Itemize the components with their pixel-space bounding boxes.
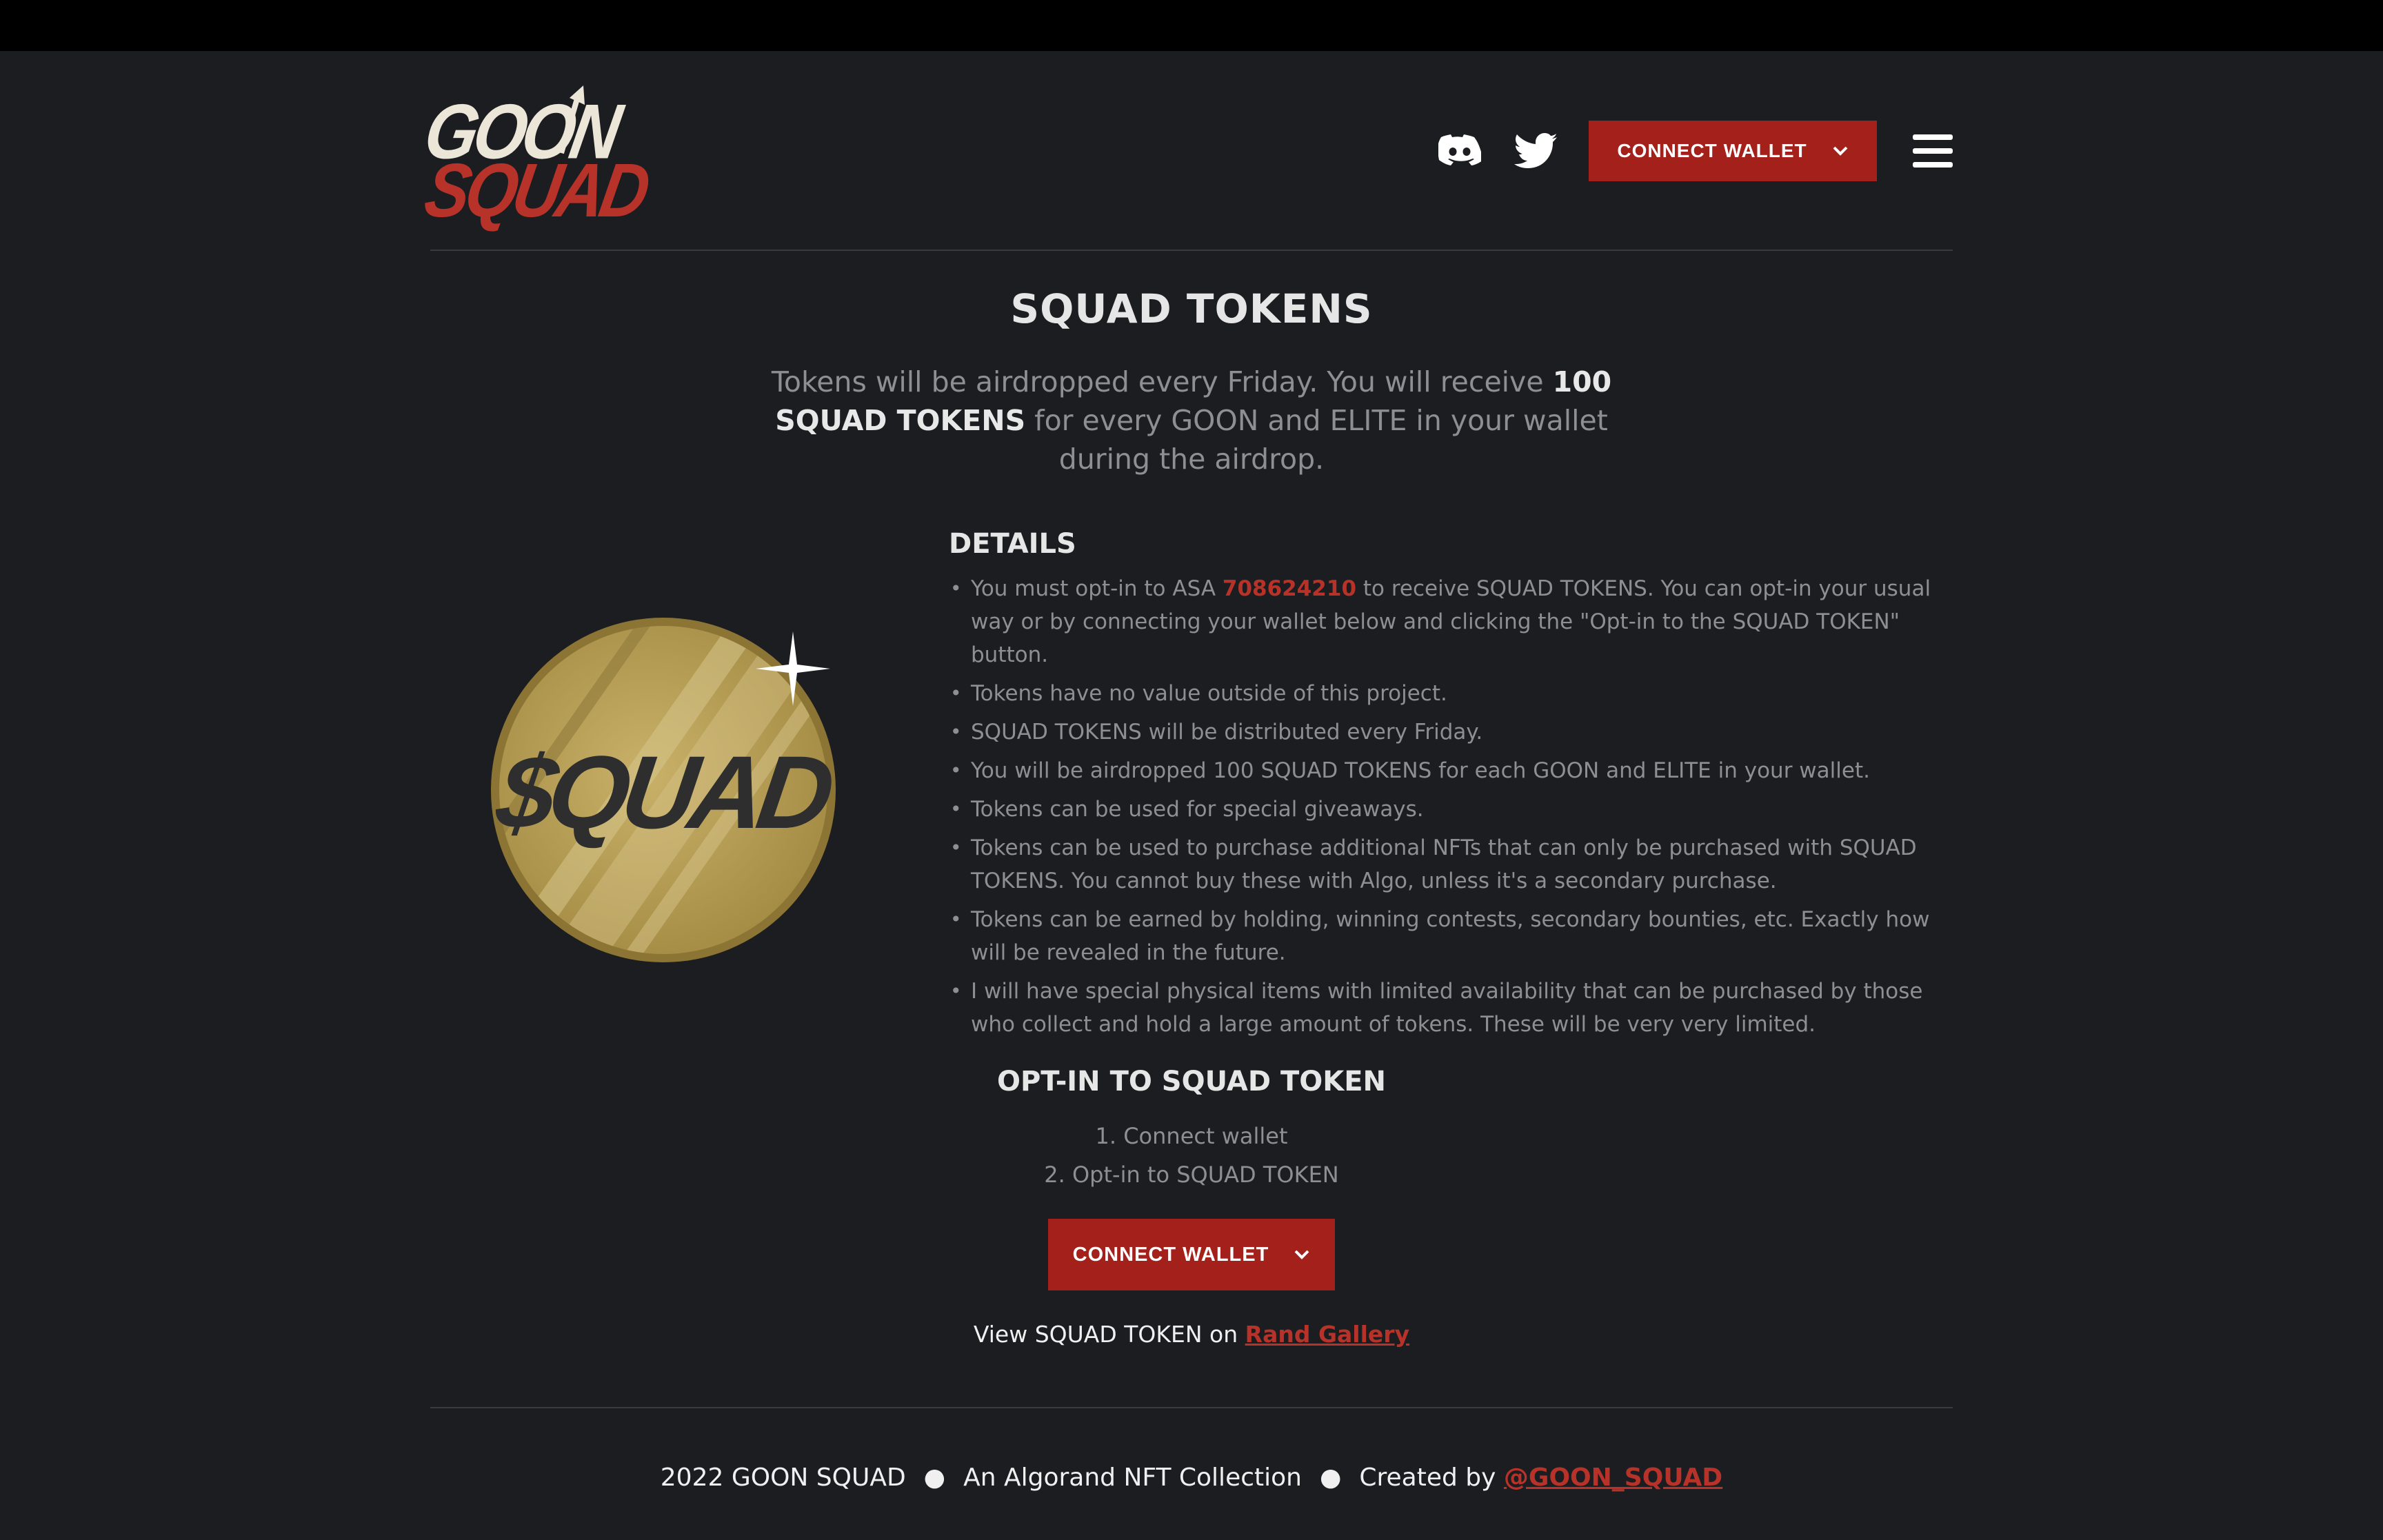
squad-token-coin-image: $QUAD — [491, 618, 838, 962]
header-divider — [430, 250, 1953, 251]
optin-steps: 1. Connect wallet 2. Opt-in to SQUAD TOK… — [430, 1117, 1953, 1194]
rand-gallery-link[interactable]: Rand Gallery — [1245, 1321, 1409, 1348]
optin-title: OPT-IN TO SQUAD TOKEN — [996, 1066, 1387, 1097]
chevron-down-icon — [1294, 1250, 1309, 1259]
chevron-down-icon — [1833, 146, 1848, 156]
goon-squad-logo[interactable]: GOON SQUAD — [419, 84, 652, 233]
asa-id-link[interactable]: 708624210 — [1223, 576, 1356, 601]
header-actions: CONNECT WALLET — [1437, 120, 1953, 182]
logo-squad-text: SQUAD — [419, 148, 652, 234]
logo-arrow-icon — [559, 85, 585, 154]
item-text: You must opt-in to ASA — [971, 576, 1223, 601]
browser-top-bar — [0, 0, 2383, 51]
details-item: Tokens can be used to purchase additiona… — [949, 831, 1955, 898]
optin-step-2: 2. Opt-in to SQUAD TOKEN — [1044, 1162, 1339, 1188]
details-body: DETAILS You must opt-in to ASA 708624210… — [949, 528, 1955, 1046]
footer-copyright: 2022 GOON SQUAD — [660, 1463, 906, 1492]
intro-part2: for every GOON and ELITE in your wallet … — [1025, 404, 1608, 476]
details-item: Tokens have no value outside of this pro… — [949, 677, 1955, 710]
menu-bar — [1913, 162, 1953, 168]
footer-twitter-handle-link[interactable]: @GOON_SQUAD — [1504, 1463, 1722, 1492]
details-item: You must opt-in to ASA 708624210 to rece… — [949, 572, 1955, 671]
footer-separator: ● — [923, 1463, 946, 1492]
menu-bar — [1913, 148, 1953, 154]
details-item: SQUAD TOKENS will be distributed every F… — [949, 716, 1955, 749]
page-title: SQUAD TOKENS — [1010, 285, 1373, 332]
optin-step-1: 1. Connect wallet — [1095, 1123, 1288, 1149]
details-item: Tokens can be used for special giveaways… — [949, 793, 1955, 826]
connect-wallet-label: CONNECT WALLET — [1072, 1243, 1269, 1266]
details-title: DETAILS — [949, 528, 1076, 560]
view-text: View SQUAD TOKEN on — [973, 1321, 1245, 1348]
coin-label: $QUAD — [491, 735, 838, 850]
intro-text: Tokens will be airdropped every Friday. … — [736, 363, 1647, 478]
site-footer: 2022 GOON SQUAD ● An Algorand NFT Collecti… — [430, 1463, 1953, 1492]
menu-bar — [1913, 134, 1953, 140]
details-item: I will have special physical items with … — [949, 975, 1955, 1041]
discord-icon[interactable] — [1437, 128, 1482, 174]
optin-section: OPT-IN TO SQUAD TOKEN 1. Connect wallet … — [430, 1066, 1953, 1348]
view-on-rand-gallery: View SQUAD TOKEN on Rand Gallery — [430, 1321, 1953, 1348]
footer-separator: ● — [1319, 1463, 1342, 1492]
details-item: You will be airdropped 100 SQUAD TOKENS … — [949, 754, 1955, 787]
twitter-icon[interactable] — [1513, 128, 1558, 174]
menu-icon[interactable] — [1913, 132, 1953, 170]
footer-divider — [430, 1407, 1953, 1408]
footer-created-by: Created by — [1359, 1463, 1504, 1492]
header-connect-wallet-button[interactable]: CONNECT WALLET — [1589, 121, 1877, 181]
site-header: GOON SQUAD CONNECT WALLET — [419, 51, 1953, 250]
footer-tagline: An Algorand NFT Collection — [963, 1463, 1302, 1492]
details-list: You must opt-in to ASA 708624210 to rece… — [949, 572, 1955, 1041]
intro-part1: Tokens will be airdropped every Friday. … — [771, 365, 1553, 398]
details-section: $QUAD DETAILS You must opt-in to ASA 708… — [430, 528, 1953, 1038]
header-connect-wallet-label: CONNECT WALLET — [1617, 140, 1807, 161]
connect-wallet-button[interactable]: CONNECT WALLET — [1048, 1219, 1335, 1290]
page-container: GOON SQUAD CONNECT WALLET SQUAD TOKENS T… — [419, 51, 1953, 1492]
details-item: Tokens can be earned by holding, winning… — [949, 903, 1955, 969]
